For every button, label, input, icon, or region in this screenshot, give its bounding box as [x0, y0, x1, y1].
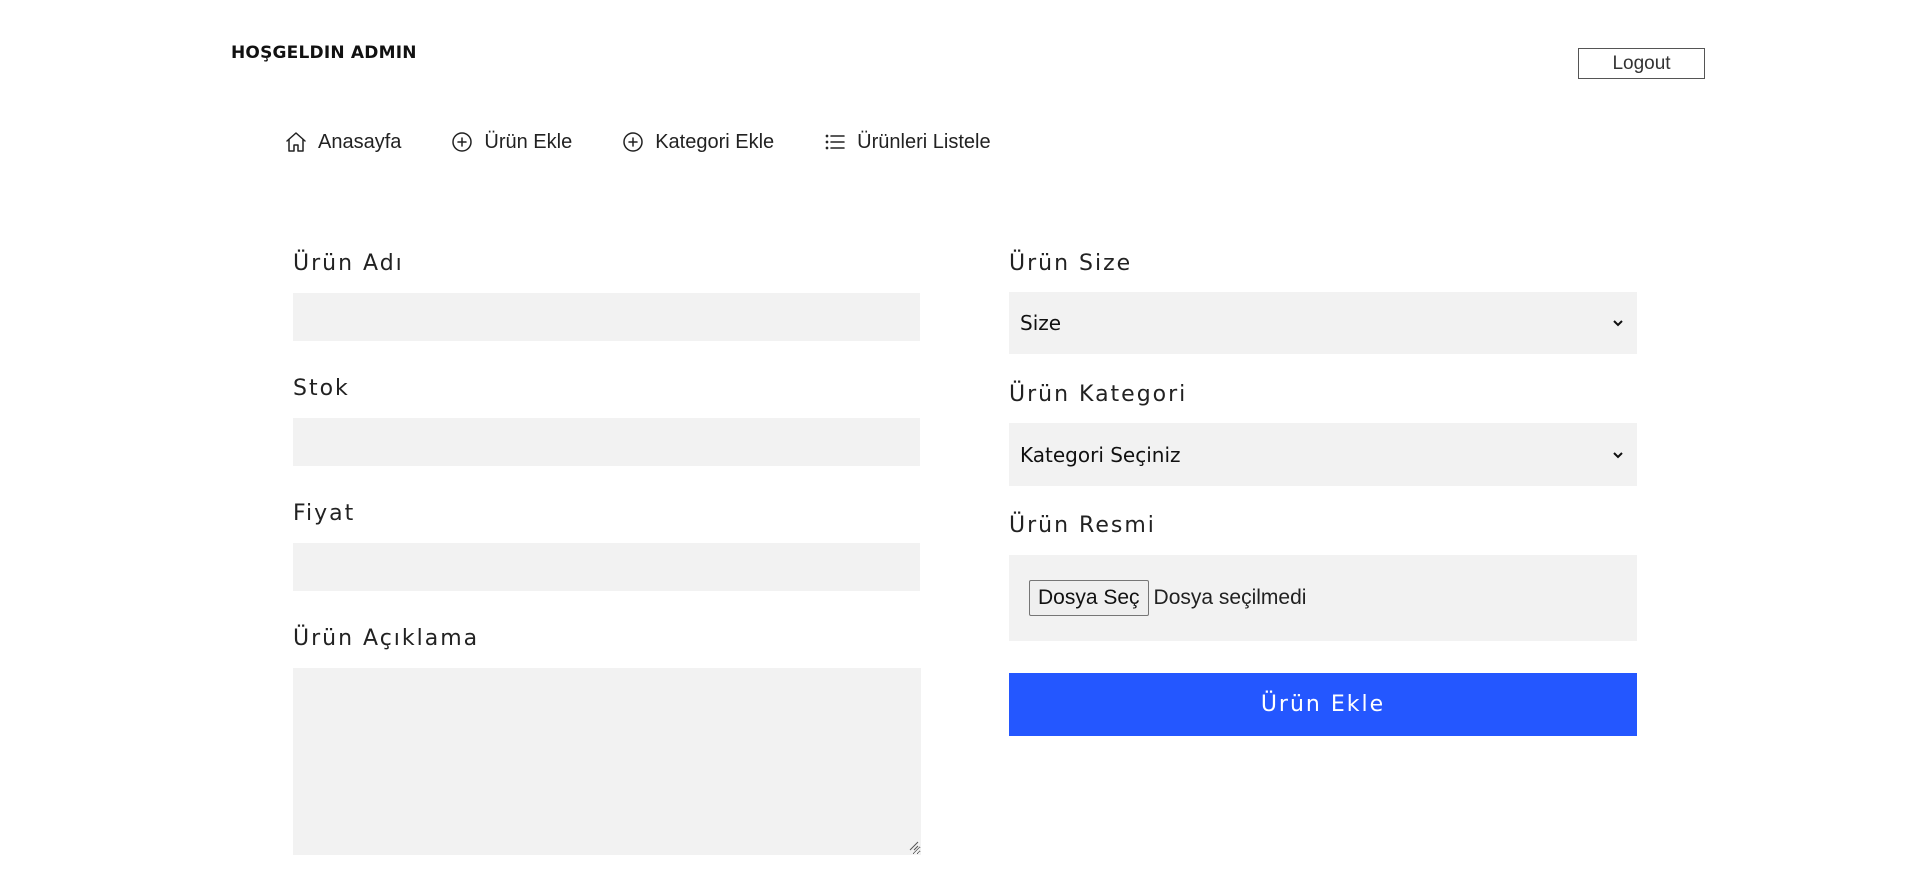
image-file-input: Dosya Seç Dosya seçilmedi	[1009, 555, 1637, 641]
add-product-button[interactable]: Ürün Ekle	[1009, 673, 1637, 736]
nav-item-add-product[interactable]: Ürün Ekle	[450, 128, 572, 156]
size-select[interactable]: Size	[1009, 292, 1637, 354]
stock-label: Stok	[293, 376, 350, 401]
nav-item-label: Kategori Ekle	[655, 130, 775, 153]
nav-item-label: Anasayfa	[318, 130, 402, 153]
list-icon	[823, 130, 847, 154]
description-textarea[interactable]	[293, 668, 921, 855]
nav-item-add-category[interactable]: Kategori Ekle	[621, 128, 774, 156]
product-name-label: Ürün Adı	[293, 251, 404, 276]
price-input[interactable]	[293, 543, 920, 591]
category-select[interactable]: Kategori Seçiniz	[1009, 423, 1637, 486]
size-label: Ürün Size	[1009, 251, 1133, 276]
plus-circle-icon	[621, 130, 645, 154]
product-name-input[interactable]	[293, 293, 920, 341]
category-select-value: Kategori Seçiniz	[1020, 442, 1181, 467]
chevron-down-icon	[1611, 316, 1625, 330]
resize-grip-icon[interactable]	[907, 839, 919, 851]
image-label: Ürün Resmi	[1009, 513, 1156, 538]
nav-item-list-products[interactable]: Ürünleri Listele	[823, 128, 991, 156]
category-label: Ürün Kategori	[1009, 382, 1188, 407]
main-nav: Anasayfa Ürün Ekle Kategori Ekle Ürünler…	[284, 128, 1040, 156]
size-select-value: Size	[1020, 311, 1062, 335]
plus-circle-icon	[450, 130, 474, 154]
logout-button[interactable]: Logout	[1578, 48, 1705, 79]
nav-item-label: Ürün Ekle	[484, 130, 573, 153]
welcome-heading: HOŞGELDIN ADMIN	[231, 43, 417, 63]
price-label: Fiyat	[293, 501, 356, 526]
home-icon	[284, 130, 308, 154]
nav-item-home[interactable]: Anasayfa	[284, 128, 401, 156]
stock-input[interactable]	[293, 418, 920, 466]
file-status-text: Dosya seçilmedi	[1153, 586, 1307, 609]
description-label: Ürün Açıklama	[293, 626, 480, 651]
chevron-down-icon	[1611, 448, 1625, 462]
choose-file-button[interactable]: Dosya Seç	[1029, 580, 1149, 616]
nav-item-label: Ürünleri Listele	[857, 130, 991, 153]
